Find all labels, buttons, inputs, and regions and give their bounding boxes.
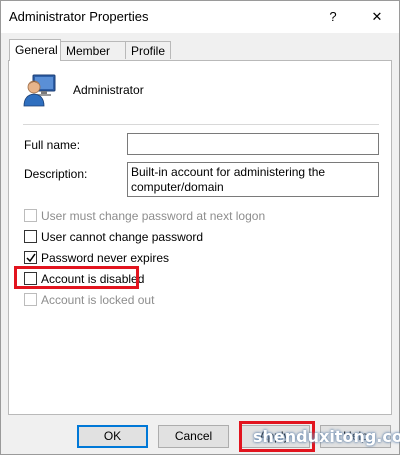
tab-general[interactable]: General	[9, 39, 61, 61]
cancel-button[interactable]: Cancel	[158, 425, 229, 448]
watermark: shenduxitong.com	[253, 427, 400, 446]
description-field[interactable]: Built-in account for administering the c…	[127, 162, 379, 197]
checkbox-box[interactable]	[24, 251, 37, 264]
divider	[23, 124, 379, 125]
checkbox-box[interactable]	[24, 209, 37, 222]
tab-profile[interactable]: Profile	[125, 41, 171, 59]
full-name-label: Full name:	[24, 138, 81, 152]
help-title-button[interactable]: ?	[321, 6, 345, 28]
checkbox-cannot-change-password[interactable]: User cannot change password	[24, 229, 203, 244]
full-name-field[interactable]	[127, 133, 379, 155]
checkbox-label: User must change password at next logon	[41, 208, 266, 223]
checkbox-account-locked-out[interactable]: Account is locked out	[24, 292, 154, 307]
general-panel: Administrator Full name: Description: Bu…	[8, 60, 392, 415]
checkmark-icon	[25, 253, 36, 262]
highlight-box-account-disabled	[14, 266, 139, 289]
checkbox-label: Password never expires	[41, 250, 170, 265]
checkbox-label: User cannot change password	[41, 229, 204, 244]
checkbox-must-change-password[interactable]: User must change password at next logon	[24, 208, 265, 223]
description-label: Description:	[24, 167, 88, 181]
description-line-2: computer/domain	[131, 180, 224, 194]
checkbox-label: Account is locked out	[41, 292, 155, 307]
ok-button[interactable]: OK	[77, 425, 148, 448]
checkbox-password-never-expires[interactable]: Password never expires	[24, 250, 169, 265]
title-bar: Administrator Properties ? ✕	[1, 1, 399, 33]
user-account-icon	[23, 74, 56, 107]
checkbox-box[interactable]	[24, 230, 37, 243]
window-title: Administrator Properties	[9, 9, 149, 24]
description-line-1: Built-in account for administering the	[131, 165, 326, 179]
checkbox-box[interactable]	[24, 293, 37, 306]
tab-member-of[interactable]: Member Of	[60, 41, 126, 76]
account-name: Administrator	[73, 83, 144, 97]
close-button[interactable]: ✕	[365, 6, 389, 28]
properties-dialog: Administrator Properties ? ✕ General Mem…	[0, 0, 400, 455]
